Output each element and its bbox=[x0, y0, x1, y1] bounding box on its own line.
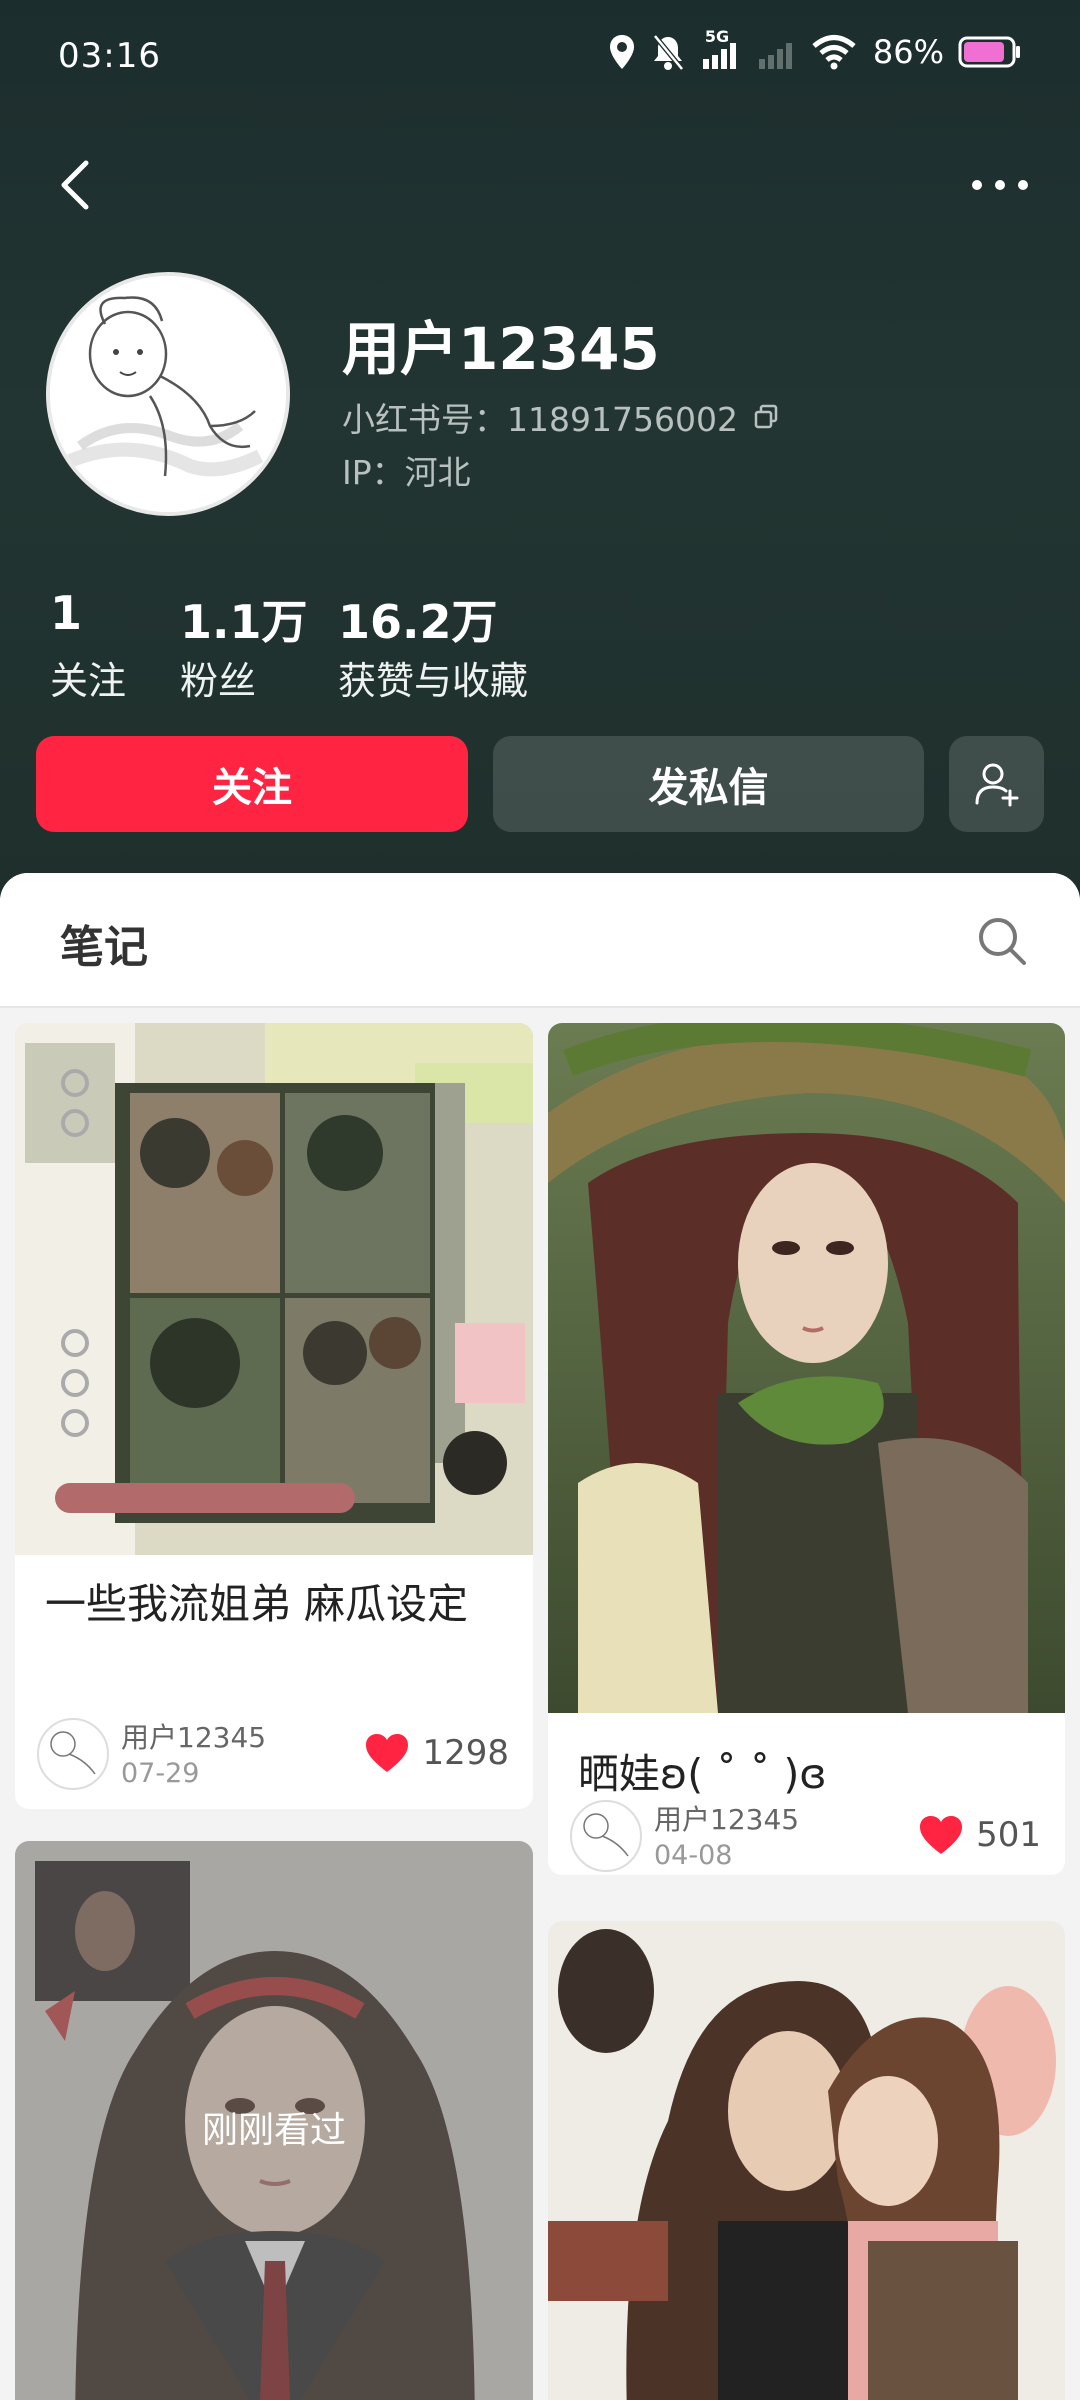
chevron-left-icon bbox=[61, 160, 89, 210]
status-bar: 03:16 5G 86% bbox=[0, 0, 1080, 120]
note-card[interactable] bbox=[548, 1921, 1065, 2400]
note-author: 用户12345 bbox=[121, 1721, 267, 1754]
author-avatar bbox=[570, 1800, 642, 1872]
note-cover-image bbox=[15, 1023, 533, 1555]
search-icon bbox=[979, 918, 1026, 965]
notes-search-button[interactable] bbox=[972, 911, 1032, 971]
stat-fans[interactable]: 1.1万 粉丝 bbox=[180, 586, 308, 705]
note-card[interactable]: 一些我流姐弟 麻瓜设定 用户12345 07-29 1298 bbox=[15, 1023, 533, 1809]
ip-location: IP：河北 bbox=[342, 453, 471, 492]
note-meta: 用户12345 07-29 1298 bbox=[37, 1718, 509, 1794]
note-author: 用户12345 bbox=[654, 1803, 800, 1836]
note-likes[interactable]: 1298 bbox=[364, 1732, 509, 1774]
note-card[interactable]: 刚刚看过 bbox=[15, 1841, 533, 2400]
note-date: 04-08 bbox=[654, 1840, 733, 1871]
more-horizontal-icon bbox=[972, 180, 1028, 190]
note-meta: 用户12345 04-08 501 bbox=[570, 1800, 1041, 1875]
sketch-avatar-image bbox=[50, 276, 286, 512]
redbook-id: 小红书号：11891756002 bbox=[342, 393, 780, 441]
redbook-id-text: 小红书号：11891756002 bbox=[342, 400, 738, 439]
battery-percent: 86% bbox=[872, 33, 944, 71]
note-title: 晒娃ʚ( ˚ ˚ )ɞ bbox=[578, 1750, 827, 1798]
author-avatar bbox=[37, 1718, 109, 1790]
note-cover-image bbox=[548, 1023, 1065, 1713]
location-icon bbox=[609, 35, 634, 69]
tab-notes[interactable]: 笔记 bbox=[60, 911, 148, 975]
status-time: 03:16 bbox=[58, 36, 161, 76]
stat-following[interactable]: 1 关注 bbox=[50, 586, 126, 705]
note-date: 07-29 bbox=[121, 1758, 200, 1789]
recently-viewed-label: 刚刚看过 bbox=[201, 2110, 346, 2151]
back-button[interactable] bbox=[40, 145, 120, 225]
stat-likes-collects[interactable]: 16.2万 获赞与收藏 bbox=[338, 586, 528, 705]
notes-panel: 笔记 一些我流姐弟 麻瓜设定 用户12345 07-29 1298 晒娃ʚ(˚… bbox=[0, 873, 1080, 2400]
note-cover-image bbox=[548, 1921, 1065, 2400]
note-likes[interactable]: 501 bbox=[918, 1814, 1041, 1856]
signal-5g-icon: 5G bbox=[699, 27, 743, 71]
like-count: 1298 bbox=[422, 1733, 509, 1773]
like-count: 501 bbox=[976, 1815, 1041, 1855]
more-button[interactable] bbox=[960, 155, 1040, 215]
profile-username: 用户12345 bbox=[342, 315, 660, 383]
note-card[interactable]: 晒娃ʚ( ˚ ˚ )ɞ 用户12345 04-08 501 bbox=[548, 1023, 1065, 1875]
stat-label: 粉丝 bbox=[180, 659, 257, 703]
add-friend-button[interactable] bbox=[949, 736, 1044, 832]
signal-weak-icon bbox=[758, 43, 792, 69]
profile-avatar[interactable] bbox=[46, 272, 290, 516]
stat-label: 获赞与收藏 bbox=[338, 659, 529, 703]
battery-icon bbox=[958, 36, 1020, 68]
stat-label: 关注 bbox=[50, 659, 127, 703]
notes-tabbar: 笔记 bbox=[0, 873, 1080, 1008]
status-icons: 5G 86% bbox=[607, 27, 1022, 74]
note-title: 一些我流姐弟 麻瓜设定 bbox=[45, 1580, 469, 1628]
heart-icon bbox=[920, 1816, 963, 1854]
send-message-button[interactable]: 发私信 bbox=[493, 736, 924, 832]
heart-icon bbox=[366, 1734, 409, 1772]
mute-bell-icon bbox=[652, 34, 684, 71]
follow-button[interactable]: 关注 bbox=[36, 736, 468, 832]
stat-value: 1 bbox=[50, 586, 83, 640]
wifi-icon bbox=[812, 35, 856, 70]
stat-value: 1.1万 bbox=[180, 595, 308, 649]
add-user-icon bbox=[975, 763, 1018, 807]
copy-icon[interactable] bbox=[752, 403, 780, 431]
stat-value: 16.2万 bbox=[338, 595, 498, 649]
